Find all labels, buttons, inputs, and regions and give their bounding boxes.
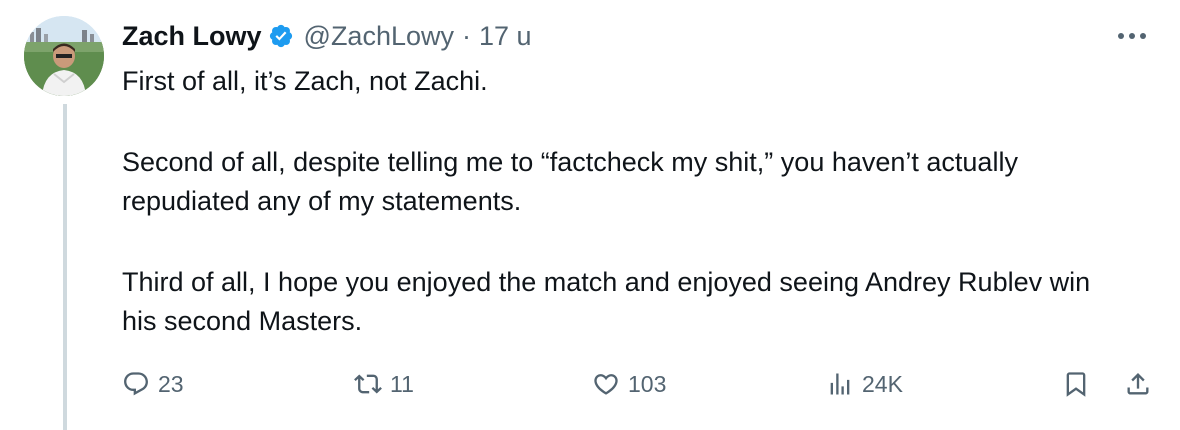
tweet-paragraph-1: First of all, it’s Zach, not Zachi. xyxy=(122,66,488,96)
share-icon xyxy=(1127,373,1149,395)
author-handle[interactable]: @ZachLowy xyxy=(304,16,454,56)
more-options-button[interactable] xyxy=(1114,20,1150,52)
display-name[interactable]: Zach Lowy xyxy=(122,16,262,56)
like-button[interactable]: 103 xyxy=(592,362,666,406)
tweet-header: Zach Lowy @ZachLowy · 17 u xyxy=(122,16,532,56)
avatar-photo xyxy=(24,16,104,96)
reply-count: 23 xyxy=(158,370,184,397)
retweet-count: 11 xyxy=(390,370,414,397)
tweet-paragraph-2: Second of all, despite telling me to “fa… xyxy=(122,147,1018,216)
reply-button[interactable]: 23 xyxy=(122,362,184,406)
retweet-button[interactable]: 11 xyxy=(354,362,414,406)
bookmark-button[interactable] xyxy=(1062,362,1090,406)
verified-badge-icon xyxy=(269,24,292,48)
separator-dot: · xyxy=(462,21,471,51)
action-bar: 23 11 103 24K xyxy=(0,362,1180,406)
avatar[interactable] xyxy=(24,16,104,96)
tweet-text: First of all, it’s Zach, not Zachi. Seco… xyxy=(122,62,1122,341)
reply-icon xyxy=(124,372,148,396)
more-horizontal-icon xyxy=(1118,33,1146,39)
tweet-paragraph-3: Third of all, I hope you enjoyed the mat… xyxy=(122,267,1091,336)
bookmark-icon xyxy=(1066,372,1086,397)
share-button[interactable] xyxy=(1124,362,1152,406)
retweet-icon xyxy=(354,374,382,394)
like-count: 103 xyxy=(628,370,667,397)
views-button[interactable]: 24K xyxy=(826,362,903,406)
timestamp[interactable]: 17 u xyxy=(479,16,532,56)
views-count: 24K xyxy=(862,370,903,397)
heart-icon xyxy=(594,374,618,395)
views-chart-icon xyxy=(830,373,850,395)
